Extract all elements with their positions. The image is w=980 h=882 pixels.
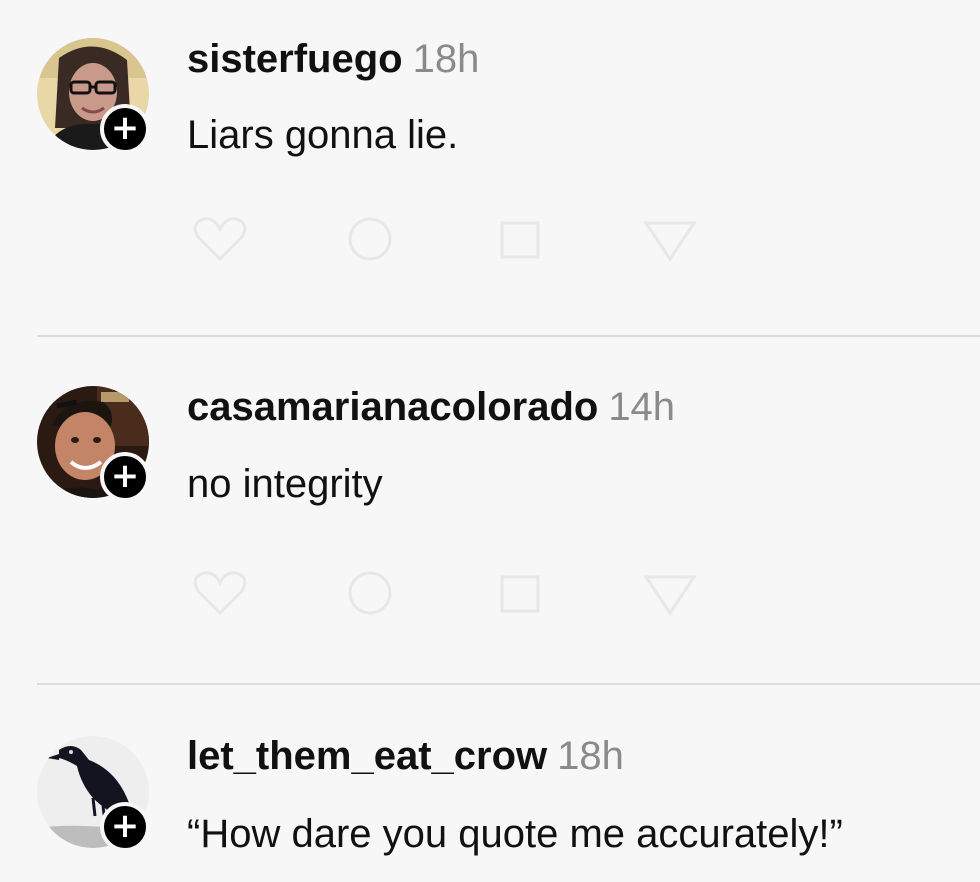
comment-icon[interactable] <box>340 215 400 265</box>
comment-text: “How dare you quote me accurately!” <box>187 812 843 856</box>
username[interactable]: let_them_eat_crow <box>187 734 547 778</box>
comment-text: no integrity <box>187 462 383 506</box>
follow-button[interactable]: + <box>100 104 150 154</box>
timestamp: 18h <box>557 734 624 778</box>
comment-header: casamarianacolorado 14h <box>187 387 675 427</box>
repost-icon[interactable] <box>490 215 550 265</box>
comment-thread: + sisterfuego 18h Liars gonna lie. + cas… <box>0 0 980 882</box>
comment-item: + casamarianacolorado 14h no integrity <box>0 337 980 684</box>
share-icon[interactable] <box>640 569 700 619</box>
action-bar <box>190 215 700 265</box>
avatar-container: + <box>37 38 150 154</box>
heart-icon[interactable] <box>190 215 250 265</box>
comment-item: + sisterfuego 18h Liars gonna lie. <box>0 0 980 336</box>
timestamp: 14h <box>608 385 676 429</box>
comment-item: + let_them_eat_crow 18h “How dare you quo… <box>0 685 980 882</box>
comment-text: Liars gonna lie. <box>187 113 459 157</box>
comment-icon[interactable] <box>340 569 400 619</box>
avatar-container: + <box>37 386 150 502</box>
plus-icon: + <box>110 107 140 148</box>
plus-icon: + <box>110 455 140 496</box>
comment-header: let_them_eat_crow 18h <box>187 736 624 776</box>
action-bar <box>190 569 700 619</box>
share-icon[interactable] <box>640 215 700 265</box>
heart-icon[interactable] <box>190 569 250 619</box>
follow-button[interactable]: + <box>100 452 150 502</box>
comment-header: sisterfuego 18h <box>187 39 479 79</box>
repost-icon[interactable] <box>490 569 550 619</box>
follow-button[interactable]: + <box>100 802 150 852</box>
timestamp: 18h <box>412 37 480 81</box>
plus-icon: + <box>110 805 140 846</box>
username[interactable]: casamarianacolorado <box>187 385 598 429</box>
username[interactable]: sisterfuego <box>187 37 403 81</box>
avatar-container: + <box>37 736 150 852</box>
